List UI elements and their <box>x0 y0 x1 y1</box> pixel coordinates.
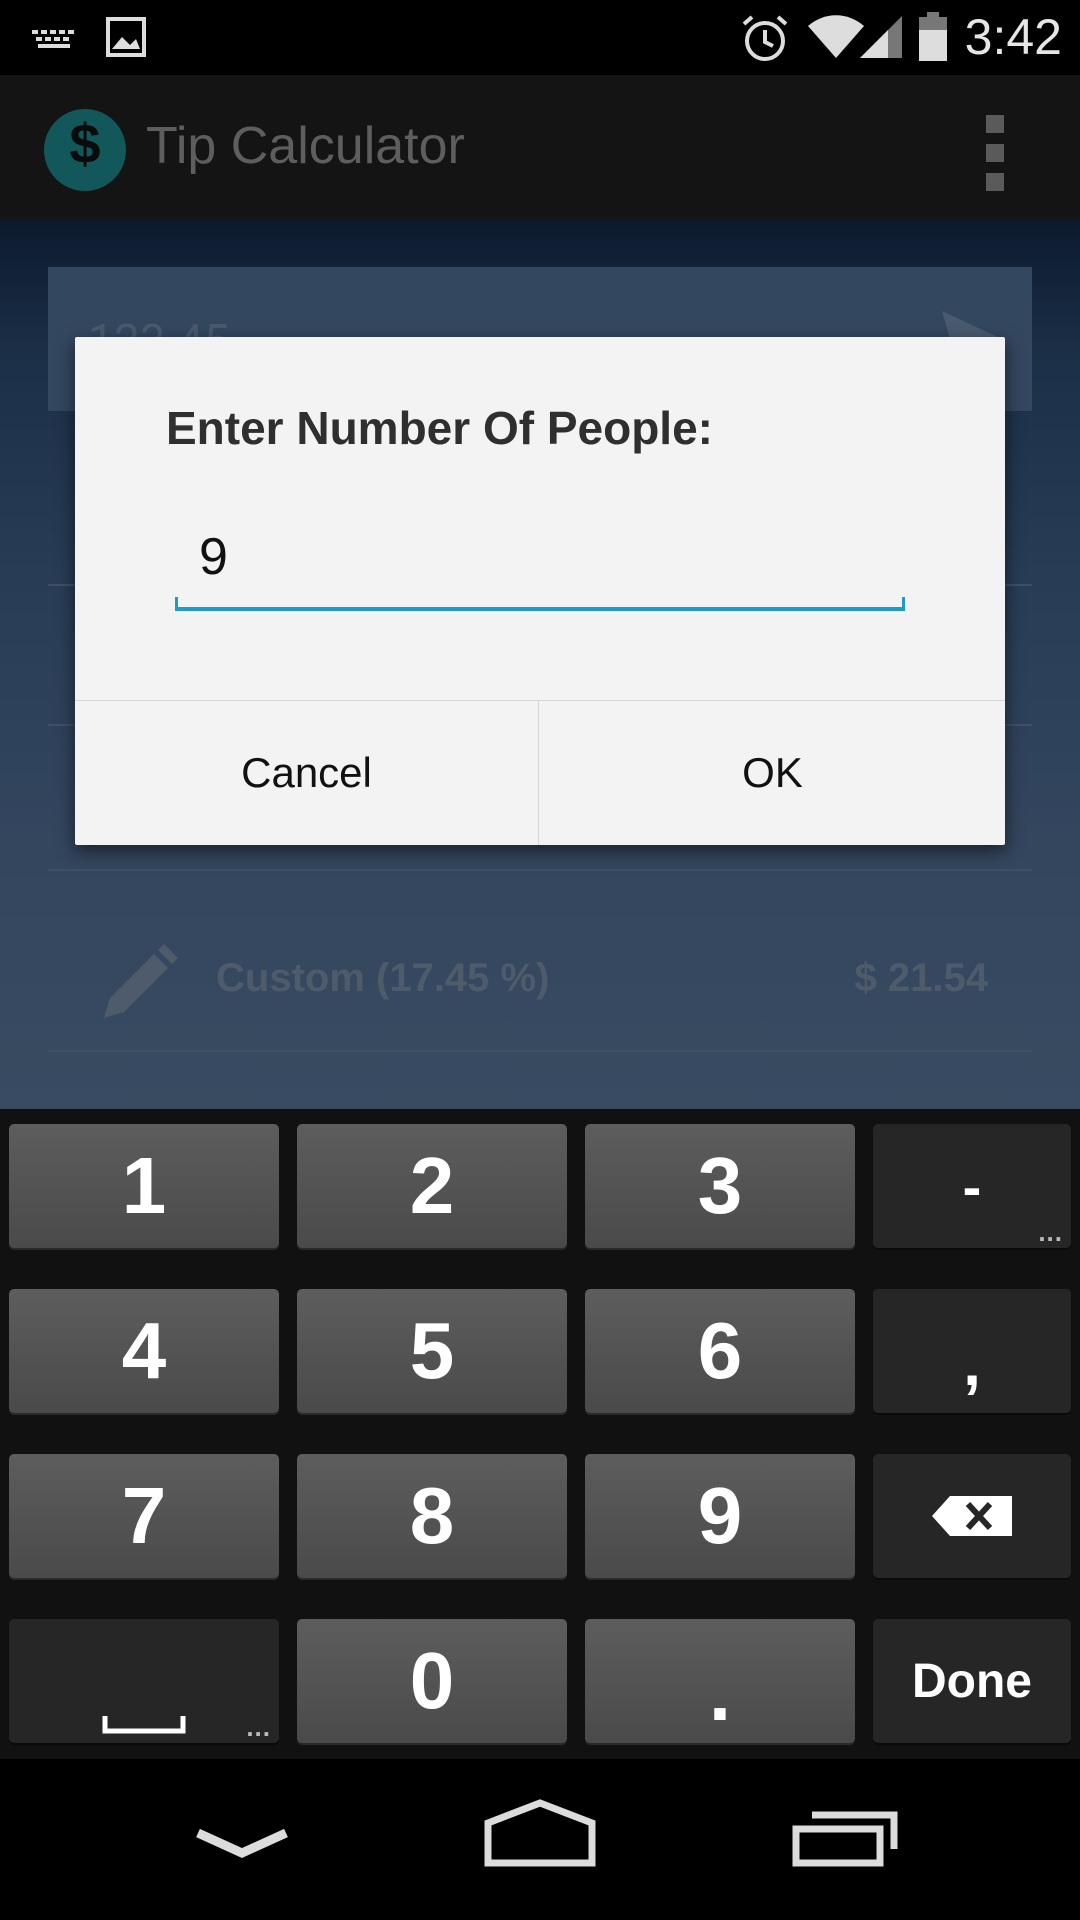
space-key[interactable]: ... <box>9 1619 279 1743</box>
number-of-people-dialog: Enter Number Of People: Cancel OK <box>75 337 1005 845</box>
custom-tip-row[interactable]: Custom (17.45 %) $ 21.54 <box>0 914 1080 1044</box>
signal-icon <box>860 16 902 58</box>
battery-icon <box>919 12 947 61</box>
key-9[interactable]: 9 <box>585 1454 855 1578</box>
key-1[interactable]: 1 <box>9 1124 279 1248</box>
space-icon <box>102 1716 186 1734</box>
home-icon <box>484 1799 596 1867</box>
key-3[interactable]: 3 <box>585 1124 855 1248</box>
recents-button[interactable] <box>742 1759 942 1920</box>
image-icon <box>106 17 146 57</box>
custom-tip-amount: $ 21.54 <box>854 956 988 1000</box>
alarm-icon <box>742 15 788 61</box>
key-comma[interactable]: , <box>873 1289 1071 1413</box>
row-divider <box>48 869 1032 871</box>
done-key[interactable]: Done <box>873 1619 1071 1743</box>
app-logo-icon[interactable]: $ <box>44 109 126 191</box>
ok-button[interactable]: OK <box>540 701 1005 845</box>
app-title: Tip Calculator <box>146 117 465 175</box>
back-icon <box>196 1828 288 1858</box>
more-options-dots: ... <box>1038 1217 1063 1247</box>
key-period[interactable]: . <box>585 1619 855 1743</box>
key-minus-label: - <box>962 1154 982 1218</box>
key-period-label: . <box>708 1648 732 1737</box>
numeric-keyboard: 1 2 3 - ... 4 5 6 , 7 8 9 ... 0 . Done <box>0 1109 1080 1759</box>
recents-icon <box>792 1811 898 1867</box>
key-8[interactable]: 8 <box>297 1454 567 1578</box>
status-time: 3:42 <box>964 9 1062 65</box>
navigation-bar <box>0 1759 1080 1920</box>
key-6[interactable]: 6 <box>585 1289 855 1413</box>
key-0[interactable]: 0 <box>297 1619 567 1743</box>
more-options-dots: ... <box>246 1712 271 1742</box>
overflow-menu-icon[interactable] <box>986 115 1006 191</box>
backspace-icon <box>932 1496 1012 1536</box>
key-minus[interactable]: - ... <box>873 1124 1071 1248</box>
status-bar: 3:42 <box>0 0 1080 75</box>
key-4[interactable]: 4 <box>9 1289 279 1413</box>
cancel-button[interactable]: Cancel <box>75 701 539 845</box>
backspace-key[interactable] <box>873 1454 1071 1578</box>
action-bar: $ Tip Calculator <box>0 75 1080 219</box>
key-comma-label: , <box>963 1327 981 1399</box>
home-button[interactable] <box>440 1759 640 1920</box>
wifi-icon <box>808 15 864 58</box>
dialog-title: Enter Number Of People: <box>166 402 713 454</box>
custom-tip-label: Custom (17.45 %) <box>216 956 550 1000</box>
input-underline <box>175 597 905 611</box>
keyboard-icon <box>32 30 74 48</box>
people-count-input[interactable] <box>175 512 905 602</box>
dialog-button-bar: Cancel OK <box>75 700 1005 845</box>
row-divider <box>48 1050 1032 1052</box>
back-button[interactable] <box>142 1759 342 1920</box>
key-5[interactable]: 5 <box>297 1289 567 1413</box>
logo-symbol: $ <box>69 112 101 175</box>
key-7[interactable]: 7 <box>9 1454 279 1578</box>
pencil-icon <box>104 944 178 1018</box>
key-2[interactable]: 2 <box>297 1124 567 1248</box>
